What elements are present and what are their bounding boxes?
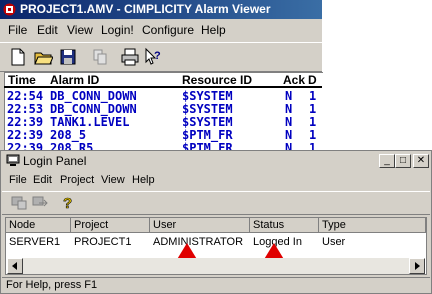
col-node-header[interactable]: Node	[6, 218, 71, 233]
scroll-left-icon	[12, 262, 17, 270]
login-panel-icon	[6, 154, 20, 166]
cell-type[interactable]: User	[322, 236, 345, 248]
menu-edit[interactable]: Edit	[33, 174, 52, 186]
alarm-d: 1	[309, 89, 317, 103]
menu-edit[interactable]: Edit	[37, 23, 58, 37]
maximize-button[interactable]: □	[395, 154, 411, 168]
menu-file[interactable]: File	[9, 174, 27, 186]
alarm-resource: $PTM_FR	[182, 128, 233, 142]
login-icon[interactable]	[10, 193, 28, 211]
alarm-viewer-toolbar: ?	[0, 42, 322, 72]
login-panel-toolbar: ?	[2, 191, 430, 215]
alarm-ack: N	[285, 102, 293, 116]
status-bar-text: For Help, press F1	[6, 279, 98, 291]
menu-configure[interactable]: Configure	[142, 23, 194, 37]
col-type-header[interactable]: Type	[319, 218, 426, 233]
cell-node[interactable]: SERVER1	[9, 236, 60, 248]
new-file-icon[interactable]	[8, 47, 28, 67]
copy-icon[interactable]	[90, 47, 110, 67]
alarm-ack: N	[285, 128, 293, 142]
svg-text:?: ?	[154, 50, 161, 62]
menu-help[interactable]: Help	[132, 174, 155, 186]
svg-text:?: ?	[63, 195, 72, 211]
print-icon[interactable]	[120, 47, 140, 67]
alarm-time: 22:39	[7, 115, 44, 129]
cell-project[interactable]: PROJECT1	[74, 236, 131, 248]
alarm-row[interactable]: 22:53 DB_CONN_DOWN $SYSTEM N 1	[5, 102, 323, 116]
menu-help[interactable]: Help	[201, 23, 226, 37]
alarm-id: TANK1.LEVEL	[50, 115, 130, 129]
close-button[interactable]: ✕	[413, 154, 429, 168]
alarm-row[interactable]: 22:39 208_5 $PTM_FR N 1	[5, 128, 323, 142]
menu-login[interactable]: Login!	[101, 23, 134, 37]
horizontal-scrollbar[interactable]	[7, 258, 425, 274]
alarm-d: 1	[309, 128, 317, 142]
col-project-header[interactable]: Project	[71, 218, 150, 233]
alarm-id: DB_CONN_DOWN	[50, 102, 137, 116]
col-status-header[interactable]: Status	[250, 218, 319, 233]
alarm-d: 1	[309, 102, 317, 116]
alarm-resource: $SYSTEM	[182, 89, 233, 103]
logout-icon[interactable]	[31, 193, 49, 211]
cell-user[interactable]: ADMINISTRATOR	[153, 236, 243, 248]
alarm-app-icon	[3, 3, 16, 16]
alarm-time: 22:39	[7, 128, 44, 142]
scroll-left-button[interactable]	[7, 258, 23, 274]
scroll-right-icon	[415, 262, 420, 270]
context-help-icon[interactable]: ?	[143, 47, 163, 67]
header-divider	[4, 86, 322, 88]
login-panel-window: Login Panel _ □ ✕ File Edit Project View…	[0, 150, 432, 294]
status-bar: For Help, press F1	[2, 277, 430, 294]
minimize-button[interactable]: _	[379, 154, 395, 168]
menu-file[interactable]: File	[8, 23, 27, 37]
menu-project[interactable]: Project	[60, 174, 94, 186]
alarm-list[interactable]: Time Alarm ID Resource ID Ack D 22:54 DB…	[4, 72, 323, 151]
login-panel-titlebar[interactable]: Login Panel _ □ ✕	[2, 152, 430, 170]
alarm-ack: N	[285, 89, 293, 103]
alarm-time: 22:53	[7, 102, 44, 116]
alarm-viewer-titlebar[interactable]: PROJECT1.AMV - CIMPLICITY Alarm Viewer	[0, 0, 322, 19]
open-folder-icon[interactable]	[33, 47, 53, 67]
alarm-id: DB_CONN_DOWN	[50, 89, 137, 103]
col-user-header[interactable]: User	[150, 218, 250, 233]
alarm-viewer-menubar: File Edit View Login! Configure Help	[0, 21, 322, 39]
alarm-row[interactable]: 22:39 TANK1.LEVEL $SYSTEM N 1	[5, 115, 323, 129]
alarm-ack: N	[285, 115, 293, 129]
menu-view[interactable]: View	[101, 174, 125, 186]
login-panel-menubar: File Edit Project View Help	[2, 172, 430, 190]
alarm-viewer-window: PROJECT1.AMV - CIMPLICITY Alarm Viewer F…	[0, 0, 323, 151]
alarm-time: 22:54	[7, 89, 44, 103]
save-icon[interactable]	[58, 47, 78, 67]
login-panel-title: Login Panel	[23, 154, 87, 168]
menu-view[interactable]: View	[67, 23, 93, 37]
help-icon[interactable]: ?	[58, 193, 76, 211]
login-grid[interactable]: Node Project User Status Type SERVER1 PR…	[5, 217, 427, 275]
alarm-resource: $SYSTEM	[182, 115, 233, 129]
alarm-id: 208_5	[50, 128, 87, 142]
scroll-right-button[interactable]	[409, 258, 425, 274]
alarm-row[interactable]: 22:54 DB_CONN_DOWN $SYSTEM N 1	[5, 89, 323, 103]
alarm-d: 1	[309, 115, 317, 129]
alarm-viewer-title: PROJECT1.AMV - CIMPLICITY Alarm Viewer	[20, 2, 271, 16]
alarm-resource: $SYSTEM	[182, 102, 233, 116]
